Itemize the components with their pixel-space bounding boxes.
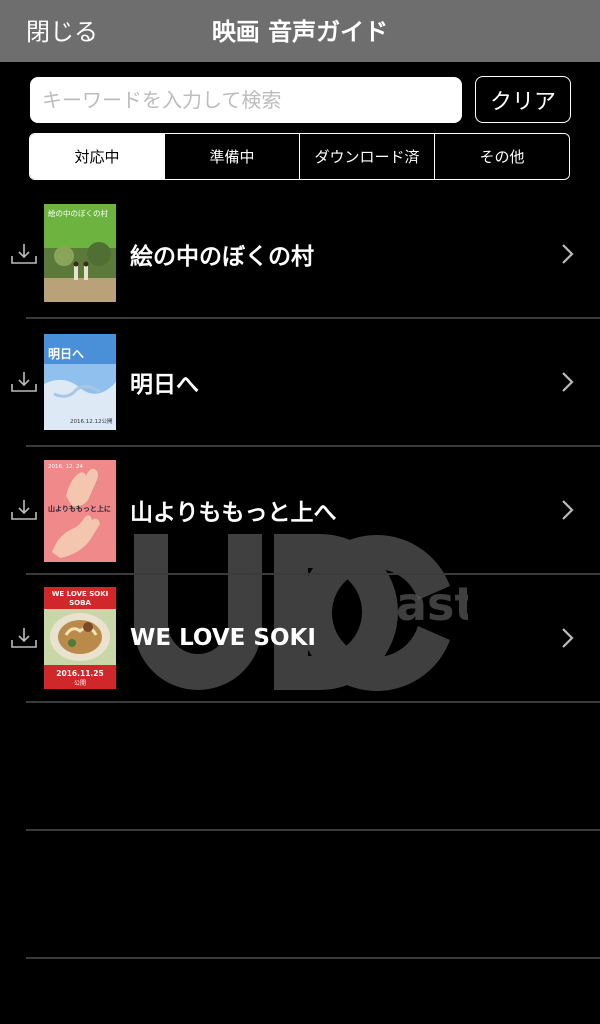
chevron-right-icon <box>562 628 574 648</box>
download-icon[interactable] <box>11 243 37 265</box>
poster-title-text: 山よりももっと上に <box>48 504 111 513</box>
tab-preparing[interactable]: 準備中 <box>164 134 299 179</box>
poster-title-text: 絵の中のぼくの村 <box>48 208 108 218</box>
chevron-right-icon <box>562 244 574 264</box>
filter-tabs: 対応中 準備中 ダウンロード済 その他 <box>29 133 570 180</box>
poster-title-line2: SOBA <box>69 599 91 607</box>
tab-downloaded[interactable]: ダウンロード済 <box>299 134 434 179</box>
chevron-right-icon <box>562 372 574 392</box>
movie-title: 明日へ <box>130 372 199 398</box>
movie-poster: WE LOVE SOKI SOBA 2016.11.25 公開 <box>44 587 116 689</box>
list-item[interactable]: 2016. 12. 24 山よりももっと上に 山よりももっと上へ <box>0 446 600 574</box>
close-button[interactable]: 閉じる <box>26 12 98 47</box>
download-icon[interactable] <box>11 499 37 521</box>
navigation-bar: 閉じる 映画 音声ガイド <box>0 0 600 62</box>
poster-date-text: 2016.12.12公開 <box>70 418 113 425</box>
list-item[interactable]: WE LOVE SOKI SOBA 2016.11.25 公開 WE LOVE … <box>0 574 600 702</box>
list-item[interactable]: 絵の中のぼくの村 絵の中のぼくの村 <box>0 190 600 318</box>
clear-button[interactable]: クリア <box>475 76 571 123</box>
chevron-right-icon <box>562 500 574 520</box>
movie-title: 山よりももっと上へ <box>130 500 337 526</box>
tab-other[interactable]: その他 <box>434 134 569 179</box>
poster-title-text: 明日へ <box>48 347 84 361</box>
movie-poster: 2016. 12. 24 山よりももっと上に <box>44 460 116 562</box>
movie-title: WE LOVE SOKI <box>130 625 316 651</box>
movie-poster: 絵の中のぼくの村 <box>44 204 116 302</box>
download-icon[interactable] <box>11 627 37 649</box>
search-input[interactable] <box>30 77 462 123</box>
poster-sub-text: 公開 <box>74 680 86 687</box>
tab-supported[interactable]: 対応中 <box>30 134 164 179</box>
divider <box>26 701 600 703</box>
list-item[interactable]: 明日へ 2016.12.12公開 明日へ <box>0 318 600 446</box>
divider <box>26 829 600 831</box>
poster-title-line1: WE LOVE SOKI <box>52 590 109 598</box>
poster-date-text: 2016. 12. 24 <box>48 464 83 470</box>
download-icon[interactable] <box>11 371 37 393</box>
poster-date-text: 2016.11.25 <box>56 669 103 678</box>
movie-poster: 明日へ 2016.12.12公開 <box>44 334 116 430</box>
divider <box>26 957 600 959</box>
movie-title: 絵の中のぼくの村 <box>130 244 314 270</box>
